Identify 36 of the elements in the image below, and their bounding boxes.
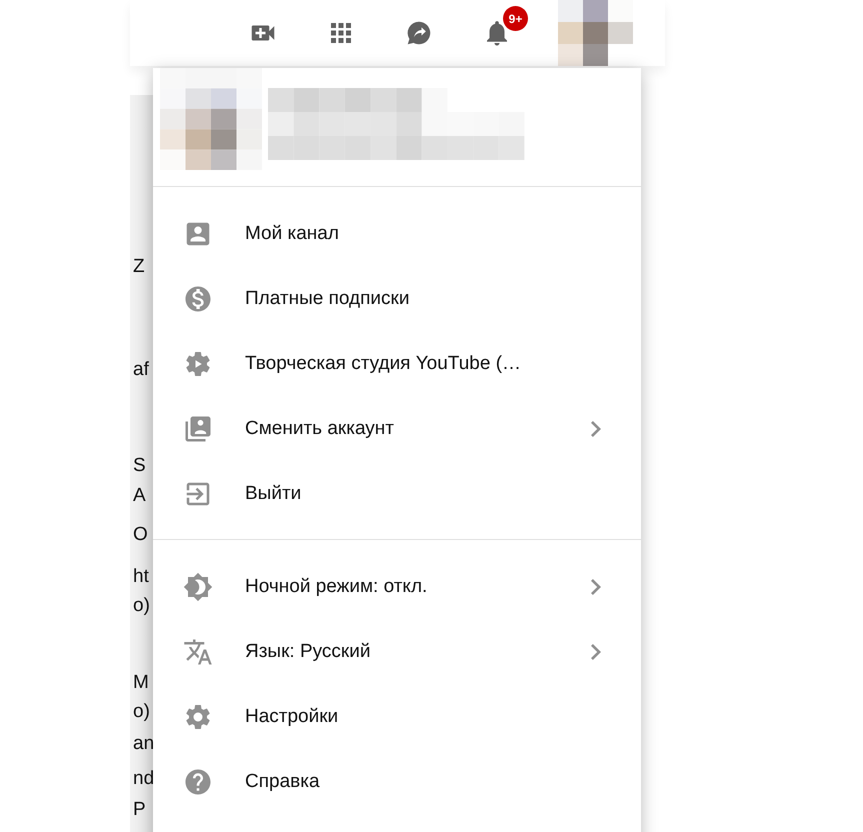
background-text: P: [132, 799, 146, 821]
menu-item-label: Ночной режим: откл.: [245, 576, 428, 598]
background-text: an: [132, 733, 154, 755]
menu-item-label: Мой канал: [245, 222, 340, 244]
background-text: af: [132, 359, 149, 381]
background-text: ht: [132, 566, 149, 588]
background-text: M: [132, 672, 149, 694]
menu-item[interactable]: Ночной режим: откл.: [153, 554, 641, 619]
menu-item-label: Творческая студия YouTube (…: [245, 352, 522, 374]
background-text: S: [132, 455, 146, 477]
menu-item-label: Язык: Русский: [245, 640, 372, 662]
background-text: o): [132, 595, 150, 617]
background-text: Z: [132, 256, 145, 278]
background-text: A: [132, 485, 146, 507]
help-icon: [183, 766, 213, 796]
menu-item[interactable]: Творческая студия YouTube (…: [153, 331, 641, 396]
menu-item[interactable]: Платные подписки: [153, 266, 641, 331]
menu-item[interactable]: Язык: Русский: [153, 619, 641, 684]
menu-item[interactable]: Справка: [153, 749, 641, 814]
background-text: O: [132, 524, 148, 546]
background-text: nd: [132, 768, 154, 790]
half-moon-sun-icon: [183, 572, 213, 602]
translate-icon: [183, 636, 213, 666]
menu-item-label: Настройки: [245, 706, 340, 728]
menu-item-label: Справка: [245, 770, 321, 792]
dollar-coin-icon: [183, 284, 213, 314]
menu-item[interactable]: Сменить аккаунт: [153, 396, 641, 461]
menu-item-label: Платные подписки: [245, 288, 410, 310]
menu-item[interactable]: Мой канал: [153, 201, 641, 266]
menu-item-label: Сменить аккаунт: [245, 418, 395, 440]
notification-badge: 9+: [503, 6, 528, 31]
menu-item-label: Выйти: [245, 482, 302, 504]
menu-item[interactable]: Настройки: [153, 684, 641, 749]
background-text: o): [132, 701, 150, 723]
stacked-person-cards-icon: [183, 414, 213, 444]
menu-item[interactable]: Выйти: [153, 461, 641, 526]
